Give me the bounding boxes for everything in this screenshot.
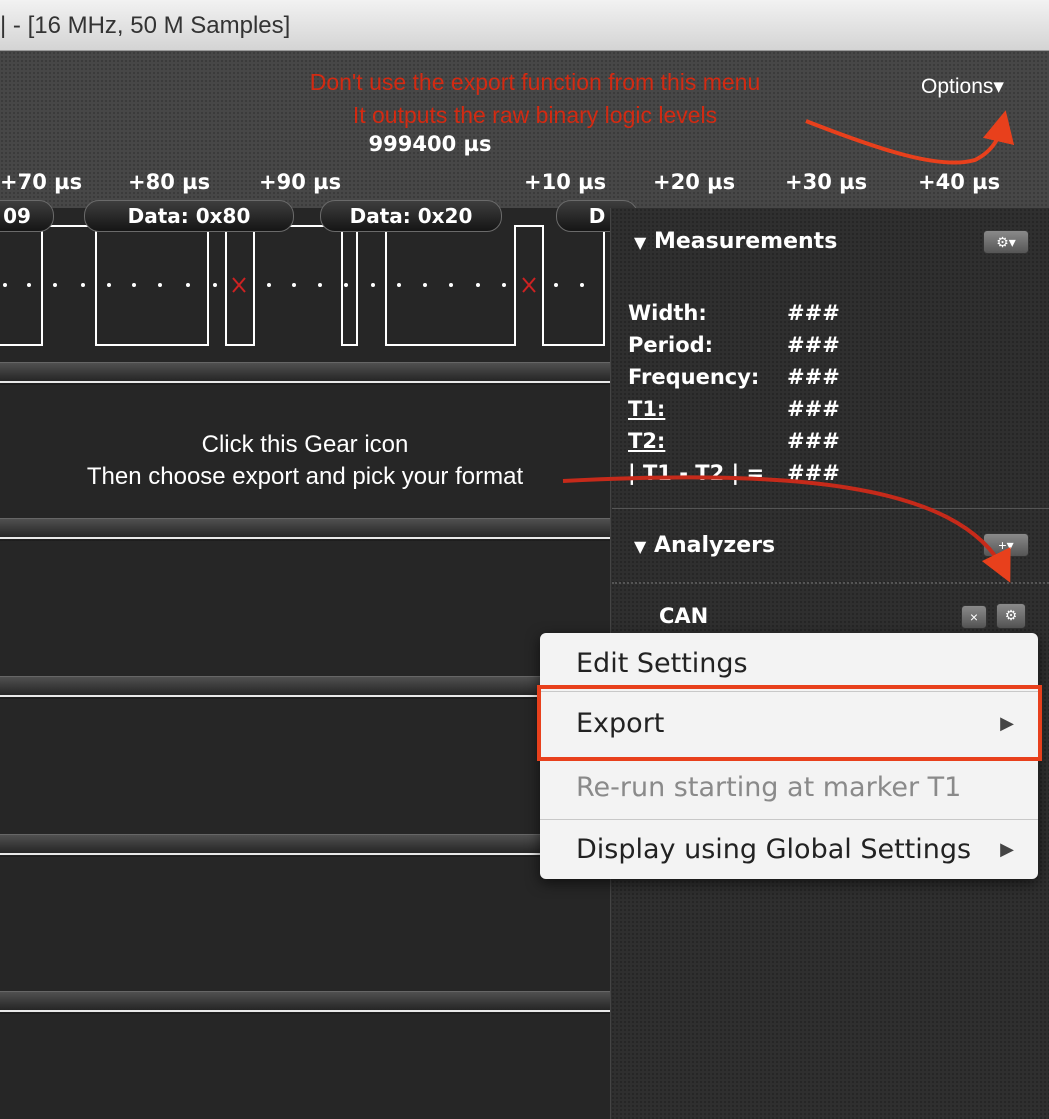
options-menu-button[interactable]: Options▾	[921, 74, 1004, 99]
measurement-value: ###	[787, 429, 840, 453]
measurement-label: | T1 - T2 | =	[628, 461, 765, 485]
measurement-value: ###	[787, 333, 840, 357]
channel-baseline	[0, 853, 610, 855]
decoded-frame-pill[interactable]: Data: 0x20	[320, 200, 502, 232]
marker-t2-link[interactable]: T2:	[628, 429, 665, 453]
section-divider	[612, 508, 1049, 509]
marker-t1-link[interactable]: T1:	[628, 397, 665, 421]
measurements-title: Measurements	[653, 229, 838, 254]
export-highlight-box	[537, 685, 1042, 761]
add-analyzer-button[interactable]: +▾	[983, 533, 1029, 557]
bit-sample-dots	[3, 283, 584, 287]
gear-icon: ⚙▾	[996, 234, 1016, 250]
decoded-frame-pill[interactable]: Data: 0x80	[84, 200, 294, 232]
channel-baseline	[0, 695, 610, 697]
channel-baseline	[0, 1010, 610, 1012]
measurements-gear-button[interactable]: ⚙▾	[983, 230, 1029, 254]
plus-icon: +▾	[998, 537, 1014, 553]
measurements-section-header[interactable]: ▼ Measurements	[634, 229, 837, 254]
gear-icon: ⚙	[1004, 607, 1018, 623]
warning-annotation-line2: It outputs the raw binary logic levels	[352, 102, 718, 128]
section-divider	[612, 582, 1049, 584]
time-tick: +10 µs	[524, 170, 607, 194]
time-tick: +80 µs	[128, 170, 211, 194]
channel-baseline	[0, 381, 610, 383]
submenu-arrow-icon: ▶	[1000, 839, 1014, 860]
disclosure-triangle-icon: ▼	[634, 233, 647, 252]
disclosure-triangle-icon: ▼	[634, 537, 647, 556]
measurement-value: ###	[787, 365, 840, 389]
measurement-label: Width:	[628, 301, 707, 325]
timeline-timestamp: 999400 µs	[368, 132, 492, 156]
remove-analyzer-button[interactable]: ×	[961, 605, 987, 629]
time-tick: +30 µs	[785, 170, 868, 194]
window-title: | - [16 MHz, 50 M Samples]	[0, 12, 291, 39]
window-title-bar: | - [16 MHz, 50 M Samples]	[0, 0, 1049, 51]
menu-item-rerun-marker-t1: Re-run starting at marker T1	[540, 757, 1038, 819]
instruction-annotation-line2: Then choose export and pick your format	[86, 463, 524, 490]
time-tick: +70 µs	[0, 170, 83, 194]
measurement-label: Period:	[628, 333, 714, 357]
time-tick: +20 µs	[653, 170, 736, 194]
channel-baseline	[0, 537, 610, 539]
menu-item-label: Display using Global Settings	[576, 834, 972, 865]
analyzers-title: Analyzers	[653, 533, 776, 558]
menu-item-label: Re-run starting at marker T1	[576, 772, 962, 803]
close-icon: ×	[969, 609, 979, 625]
time-tick: +90 µs	[259, 170, 342, 194]
measurement-value: ###	[787, 461, 840, 485]
menu-item-display-global-settings[interactable]: Display using Global Settings ▶	[540, 819, 1038, 881]
warning-annotation-line1: Don't use the export function from this …	[309, 69, 761, 95]
measurement-value: ###	[787, 397, 840, 421]
measurement-label: Frequency:	[628, 365, 760, 389]
glitch-marker	[232, 277, 536, 293]
measurement-value: ###	[787, 301, 840, 325]
decoded-frame-pill[interactable]: 09	[0, 200, 54, 232]
channel-waveform-area[interactable]	[0, 208, 610, 1119]
instruction-annotation-line1: Click this Gear icon	[201, 431, 409, 458]
analyzers-section-header[interactable]: ▼ Analyzers	[634, 533, 775, 558]
analyzer-gear-button[interactable]: ⚙	[996, 603, 1026, 629]
analyzer-name[interactable]: CAN	[659, 604, 708, 628]
time-tick: +40 µs	[918, 170, 1001, 194]
